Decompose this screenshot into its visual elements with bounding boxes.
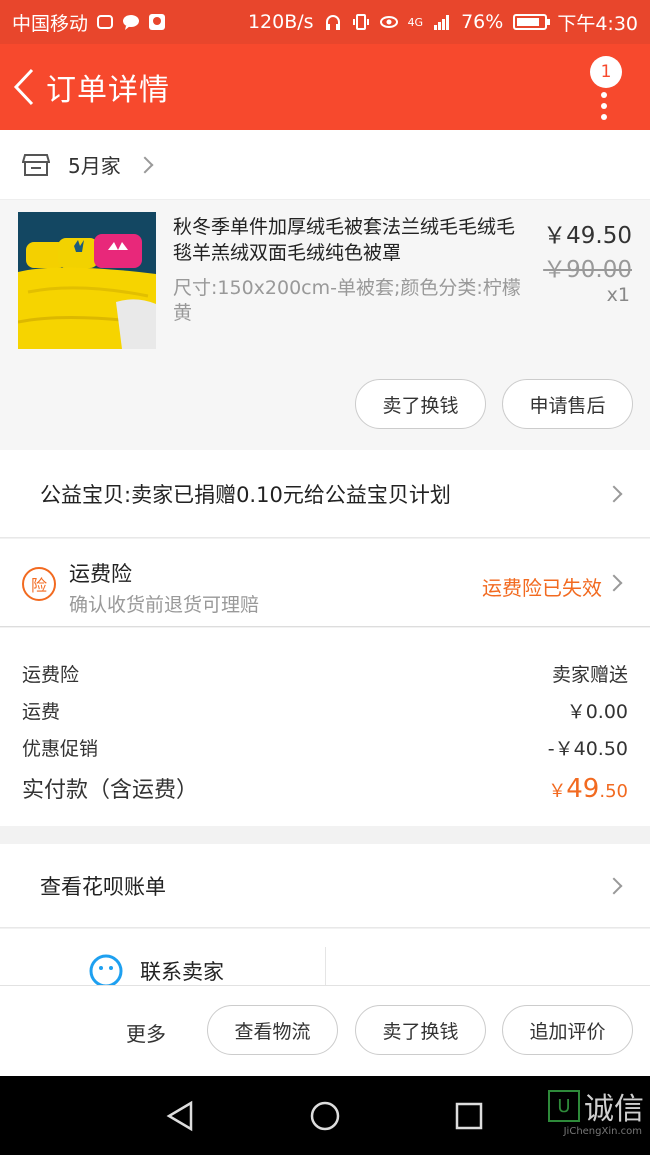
battery-percent: 76% [461,11,504,33]
recents-square-icon[interactable] [455,1102,483,1130]
page-title: 订单详情 [46,73,170,108]
watermark-text: 诚信 [584,1092,644,1127]
contact-row: 联系卖家 [0,929,650,985]
chevron-right-icon [136,156,154,173]
chevron-right-icon [605,574,623,592]
chat-bubble-icon [89,954,123,985]
insurance-icon: 险 [22,567,56,601]
system-nav-bar: U 诚信 JiChengXin.com [0,1076,650,1155]
divider [325,947,326,985]
insurance-status: 运费险已失效 [482,576,602,600]
insurance-subtitle: 确认收货前退货可理赔 [69,594,260,616]
add-review-button[interactable]: 追加评价 [502,1005,633,1055]
resell-button[interactable]: 卖了换钱 [355,1005,486,1055]
fee-label: 运费险 [22,664,80,686]
shop-name: 5月家 [68,154,121,178]
home-circle-icon[interactable] [309,1100,341,1132]
eye-icon [379,16,398,28]
fee-value: 卖家赠送 [551,664,628,686]
watermark-subtext: JiChengXin.com [563,1126,642,1137]
message-badge: 1 [590,56,622,88]
total-currency: ￥ [548,781,567,802]
watermark-logo: U 诚信 [548,1084,644,1128]
fee-line: 运费 ￥0.00 [22,697,628,724]
resell-button[interactable]: 卖了换钱 [355,379,486,429]
charity-row[interactable]: 公益宝贝:卖家已捐赠0.10元给公益宝贝计划 [0,450,650,538]
bottom-action-bar: 更多 查看物流 卖了换钱 追加评价 [0,985,650,1076]
shop-row[interactable]: 5月家 [0,130,650,200]
more-dots-icon [601,92,607,125]
view-logistics-button[interactable]: 查看物流 [207,1005,338,1055]
headphone-icon [325,15,340,30]
battery-icon [513,14,551,30]
total-integer: 49 [566,774,600,804]
after-sale-button[interactable]: 申请售后 [502,379,633,429]
notification-icon [97,15,114,29]
item-original-price: ￥90.00 [543,257,632,283]
total-amount: ￥49.50 [548,774,628,804]
fee-line: 优惠促销 -￥40.50 [22,734,628,761]
huabei-bill-row[interactable]: 查看花呗账单 [0,844,650,928]
watermark-box: U [548,1090,580,1122]
network-speed: 120B/s [247,11,314,33]
fee-value: -￥40.50 [547,738,628,760]
insurance-title: 运费险 [69,562,132,586]
more-button[interactable]: 更多 [126,1018,166,1047]
item-spec: 尺寸:150x200cm-单被套;颜色分类:柠檬黄 [173,277,521,324]
product-image [18,212,156,349]
total-line: 实付款（含运费） ￥49.50 [22,772,628,804]
item-price: ￥49.50 [543,223,632,249]
chevron-right-icon [605,877,623,895]
chevron-right-icon [605,485,623,503]
fee-value: ￥0.00 [566,701,628,723]
carrier-label: 中国移动 [12,12,89,35]
fee-summary: 运费险 卖家赠送 运费 ￥0.00 优惠促销 -￥40.50 实付款（含运费） … [0,628,650,826]
fee-label: 运费 [22,701,61,723]
clock: 下午4:30 [557,12,638,35]
back-triangle-icon[interactable] [165,1100,195,1132]
more-menu-button[interactable]: 1 [582,52,628,122]
shop-icon [22,153,50,176]
fee-line: 运费险 卖家赠送 [22,660,628,687]
huabei-text: 查看花呗账单 [40,874,166,899]
total-label: 实付款（含运费） [22,778,199,803]
chevron-left-icon [13,68,34,106]
network-type: 4G [407,15,424,29]
shipping-insurance-row[interactable]: 险 运费险 确认收货前退货可理赔 运费险已失效 [0,539,650,627]
vibrate-icon [352,14,369,30]
status-bar: 中国移动 120B/s 4G 76% 下午4:30 [0,0,650,44]
fee-label: 优惠促销 [22,738,99,760]
signal-icon [434,15,450,30]
total-decimal: .50 [599,781,628,802]
contact-seller-button[interactable]: 联系卖家 [88,953,224,985]
order-item[interactable]: 秋冬季单件加厚绒毛被套法兰绒毛毛绒毛毯羊羔绒双面毛绒纯色被罩 尺寸:150x20… [0,200,650,450]
back-button[interactable] [2,44,46,130]
charity-text: 公益宝贝:卖家已捐赠0.10元给公益宝贝计划 [40,482,451,507]
app-icon [149,14,166,30]
top-nav-bar: 订单详情 1 [0,44,650,130]
item-title: 秋冬季单件加厚绒毛被套法兰绒毛毛绒毛毯羊羔绒双面毛绒纯色被罩 [173,216,516,264]
item-quantity: x1 [606,284,630,306]
contact-seller-label: 联系卖家 [140,960,224,984]
chat-icon [123,15,140,30]
